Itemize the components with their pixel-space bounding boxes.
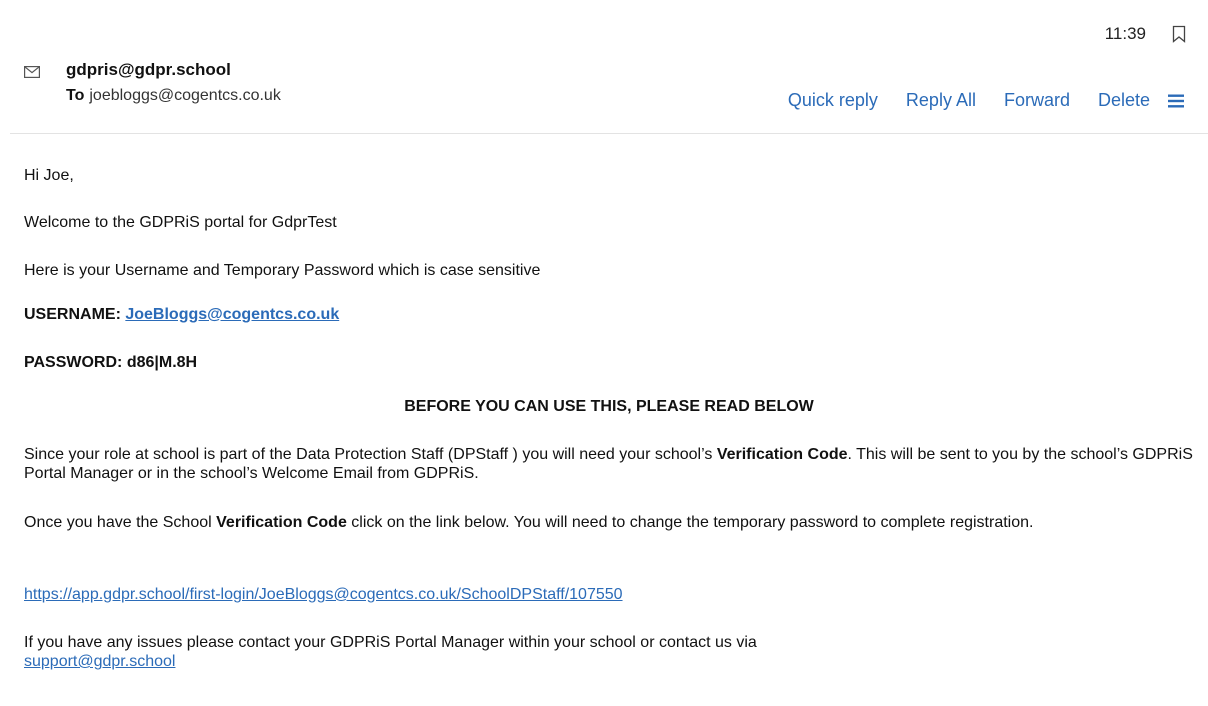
delete-button[interactable]: Delete — [1098, 90, 1150, 111]
hamburger-menu-icon[interactable] — [1168, 94, 1184, 108]
quick-reply-button[interactable]: Quick reply — [788, 90, 878, 111]
sender-address[interactable]: gdpris@gdpr.school — [66, 60, 231, 80]
password-line: PASSWORD: d86|M.8H — [24, 353, 197, 372]
greeting: Hi Joe, — [24, 167, 74, 184]
forward-button[interactable]: Forward — [1004, 90, 1070, 111]
role-paragraph: Since your role at school is part of the… — [24, 445, 1194, 483]
verif-text-2: click on the link below. You will need t… — [351, 514, 1034, 531]
recipient-line: To joebloggs@cogentcs.co.uk — [66, 87, 281, 105]
verification-paragraph: Once you have the School Verification Co… — [24, 513, 1194, 532]
header-divider — [10, 133, 1208, 134]
to-label: To — [66, 87, 85, 104]
notice-heading: BEFORE YOU CAN USE THIS, PLEASE READ BEL… — [404, 398, 814, 415]
role-text-1: Since your role at school is part of the… — [24, 446, 713, 463]
issues-paragraph: If you have any issues please contact yo… — [24, 633, 1194, 671]
username-link[interactable]: JoeBloggs@cogentcs.co.uk — [125, 306, 339, 323]
recipient-address[interactable]: joebloggs@cogentcs.co.uk — [89, 87, 280, 104]
email-time: 11:39 — [1104, 24, 1146, 43]
verif-text-1: Once you have the School — [24, 514, 212, 531]
support-email-link[interactable]: support@gdpr.school — [24, 653, 175, 670]
username-label: USERNAME: — [24, 306, 121, 323]
bookmark-icon[interactable] — [1172, 25, 1186, 43]
mail-icon — [24, 66, 40, 78]
email-header: 11:39 gdpris@gdpr.school To joebloggs@cog… — [0, 0, 1208, 134]
email-actions: Quick reply Reply All Forward Delete — [788, 90, 1184, 111]
welcome-text: Welcome to the GDPRiS portal for GdprTes… — [24, 214, 337, 231]
reply-all-button[interactable]: Reply All — [906, 90, 976, 111]
role-bold-code: Verification Code — [716, 446, 848, 463]
verif-bold-code: Verification Code — [216, 514, 347, 531]
credentials-intro: Here is your Username and Temporary Pass… — [24, 262, 541, 279]
first-login-link[interactable]: https://app.gdpr.school/first-login/JoeB… — [24, 586, 623, 603]
password-value: d86|M.8H — [126, 354, 198, 371]
login-link-line: https://app.gdpr.school/first-login/JoeB… — [24, 585, 623, 604]
issues-text: If you have any issues please contact yo… — [24, 634, 757, 651]
username-line: USERNAME: JoeBloggs@cogentcs.co.uk — [24, 305, 339, 324]
password-label: PASSWORD: — [24, 354, 123, 371]
